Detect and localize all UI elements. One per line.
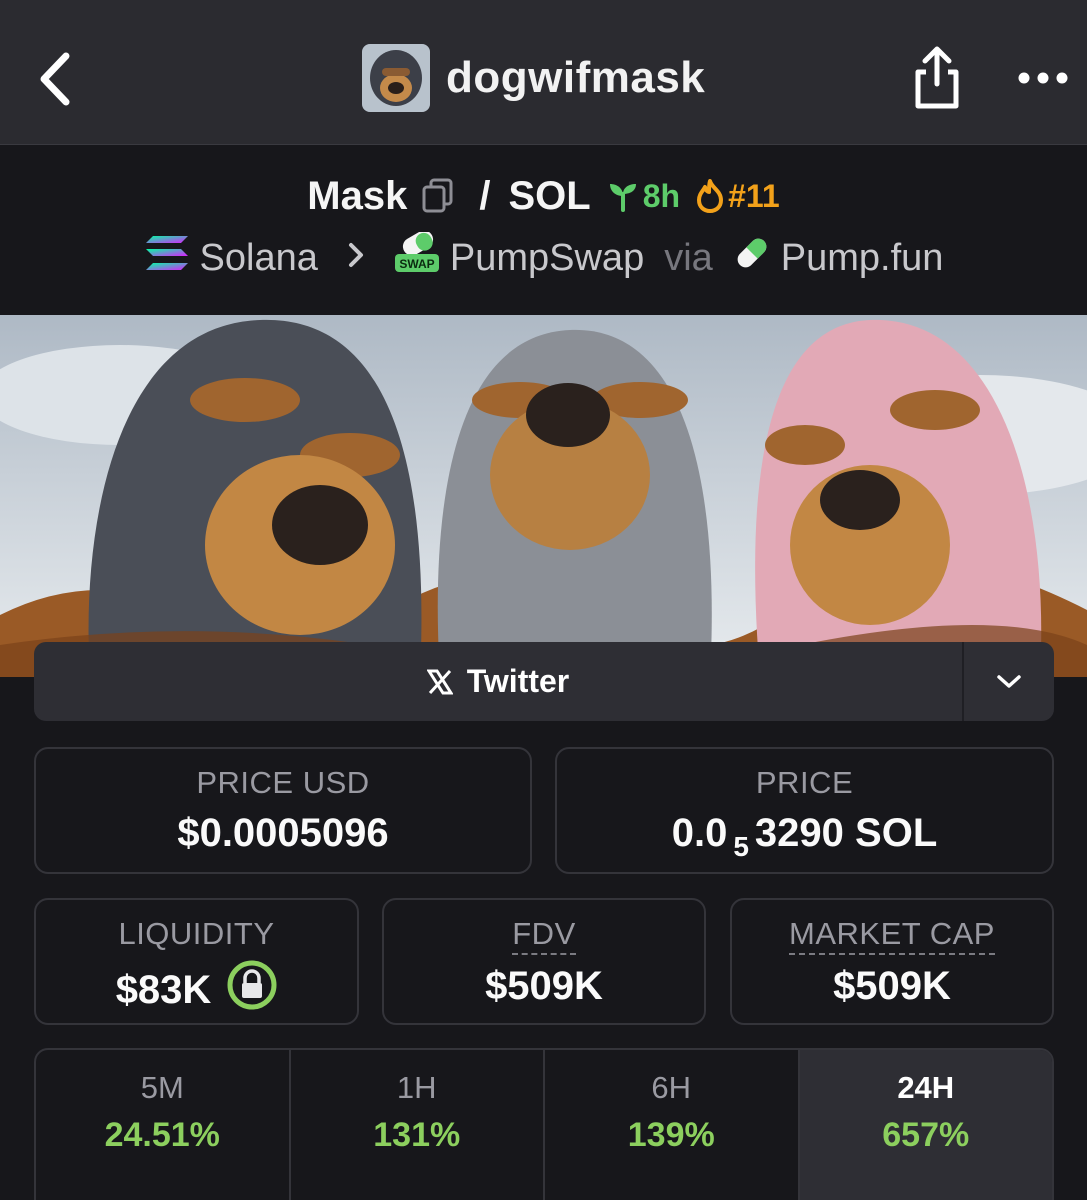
price-native-label: PRICE xyxy=(755,765,854,800)
price-native-card: PRICE 0.0 5 3290 SOL xyxy=(555,747,1054,874)
lock-icon[interactable] xyxy=(227,960,277,1020)
price-usd-card: PRICE USD $0.0005096 xyxy=(34,747,532,874)
pair-age: 8h xyxy=(607,178,680,215)
quote-symbol: SOL xyxy=(508,173,591,218)
tab-change-value: 657% xyxy=(882,1116,970,1154)
share-icon[interactable] xyxy=(910,44,964,112)
price-native-value: 0.0 5 3290 SOL xyxy=(557,811,1052,863)
tab-change-value: 131% xyxy=(373,1116,461,1154)
social-dropdown-button[interactable] xyxy=(962,642,1054,721)
tab-label: 1H xyxy=(396,1070,437,1105)
market-cap-label[interactable]: MARKET CAP xyxy=(789,916,995,955)
price-usd-label: PRICE USD xyxy=(196,765,370,800)
pair-separator: / xyxy=(479,173,491,218)
tab-24h[interactable]: 24H 657% xyxy=(799,1050,1052,1200)
base-symbol: Mask xyxy=(307,173,408,218)
trending-rank[interactable]: #11 xyxy=(696,178,780,215)
chevron-right-icon xyxy=(346,239,366,278)
pill-icon xyxy=(733,234,771,282)
market-cap-card: MARKET CAP $509K xyxy=(730,898,1054,1025)
price-prefix: 0.0 xyxy=(671,811,728,855)
fdv-label[interactable]: FDV xyxy=(512,916,576,955)
more-options-icon[interactable] xyxy=(1016,64,1070,92)
dex-link[interactable]: PumpSwap xyxy=(450,237,644,280)
flame-icon xyxy=(697,179,724,213)
token-avatar xyxy=(362,44,430,112)
tab-change-value: 139% xyxy=(627,1116,715,1154)
twitter-button[interactable]: Twitter xyxy=(34,642,962,721)
back-chevron-icon[interactable] xyxy=(34,50,84,108)
token-banner-image xyxy=(0,315,1087,677)
copy-icon[interactable] xyxy=(421,178,455,214)
price-usd-value: $0.0005096 xyxy=(177,811,389,855)
sprout-icon xyxy=(609,184,636,212)
tab-label: 6H xyxy=(651,1070,692,1105)
tab-label: 5M xyxy=(140,1070,184,1105)
liquidity-value: $83K xyxy=(115,967,212,1012)
token-title: dogwifmask xyxy=(362,44,705,112)
top-nav-bar: dogwifmask xyxy=(0,0,1087,145)
liquidity-label: LIQUIDITY xyxy=(118,916,275,951)
price-suffix: 3290 SOL xyxy=(754,811,938,855)
timeframe-tabs: 5M 24.51% 1H 131% 6H 139% 24H 657% xyxy=(34,1048,1054,1200)
token-name: dogwifmask xyxy=(446,53,706,102)
market-cap-value: $509K xyxy=(833,964,951,1008)
twitter-label: Twitter xyxy=(466,663,570,699)
fdv-value: $509K xyxy=(485,964,603,1008)
fdv-card: FDV $509K xyxy=(382,898,706,1025)
age-value: 8h xyxy=(642,177,681,214)
via-label: via xyxy=(664,236,713,279)
chevron-down-icon xyxy=(997,674,1021,688)
pumpswap-icon: SWAP xyxy=(394,230,440,284)
chain-link[interactable]: Solana xyxy=(200,237,318,280)
svg-text:SWAP: SWAP xyxy=(399,257,434,271)
rank-value: #11 xyxy=(728,177,780,214)
pair-header: Mask / SOL 8h #11 Solana SWAP PumpSwap v… xyxy=(0,146,1087,314)
tab-change-value: 24.51% xyxy=(104,1116,220,1154)
social-links-bar: Twitter xyxy=(34,642,1054,721)
x-logo-icon xyxy=(426,669,453,694)
liquidity-card: LIQUIDITY $83K xyxy=(34,898,359,1025)
solana-icon xyxy=(144,234,190,282)
tab-6h[interactable]: 6H 139% xyxy=(545,1050,800,1200)
launchpad-link[interactable]: Pump.fun xyxy=(781,237,944,280)
tab-1h[interactable]: 1H 131% xyxy=(291,1050,545,1200)
price-zero-count: 5 xyxy=(733,831,749,862)
tab-label: 24H xyxy=(897,1070,955,1105)
tab-5m[interactable]: 5M 24.51% xyxy=(36,1050,291,1200)
